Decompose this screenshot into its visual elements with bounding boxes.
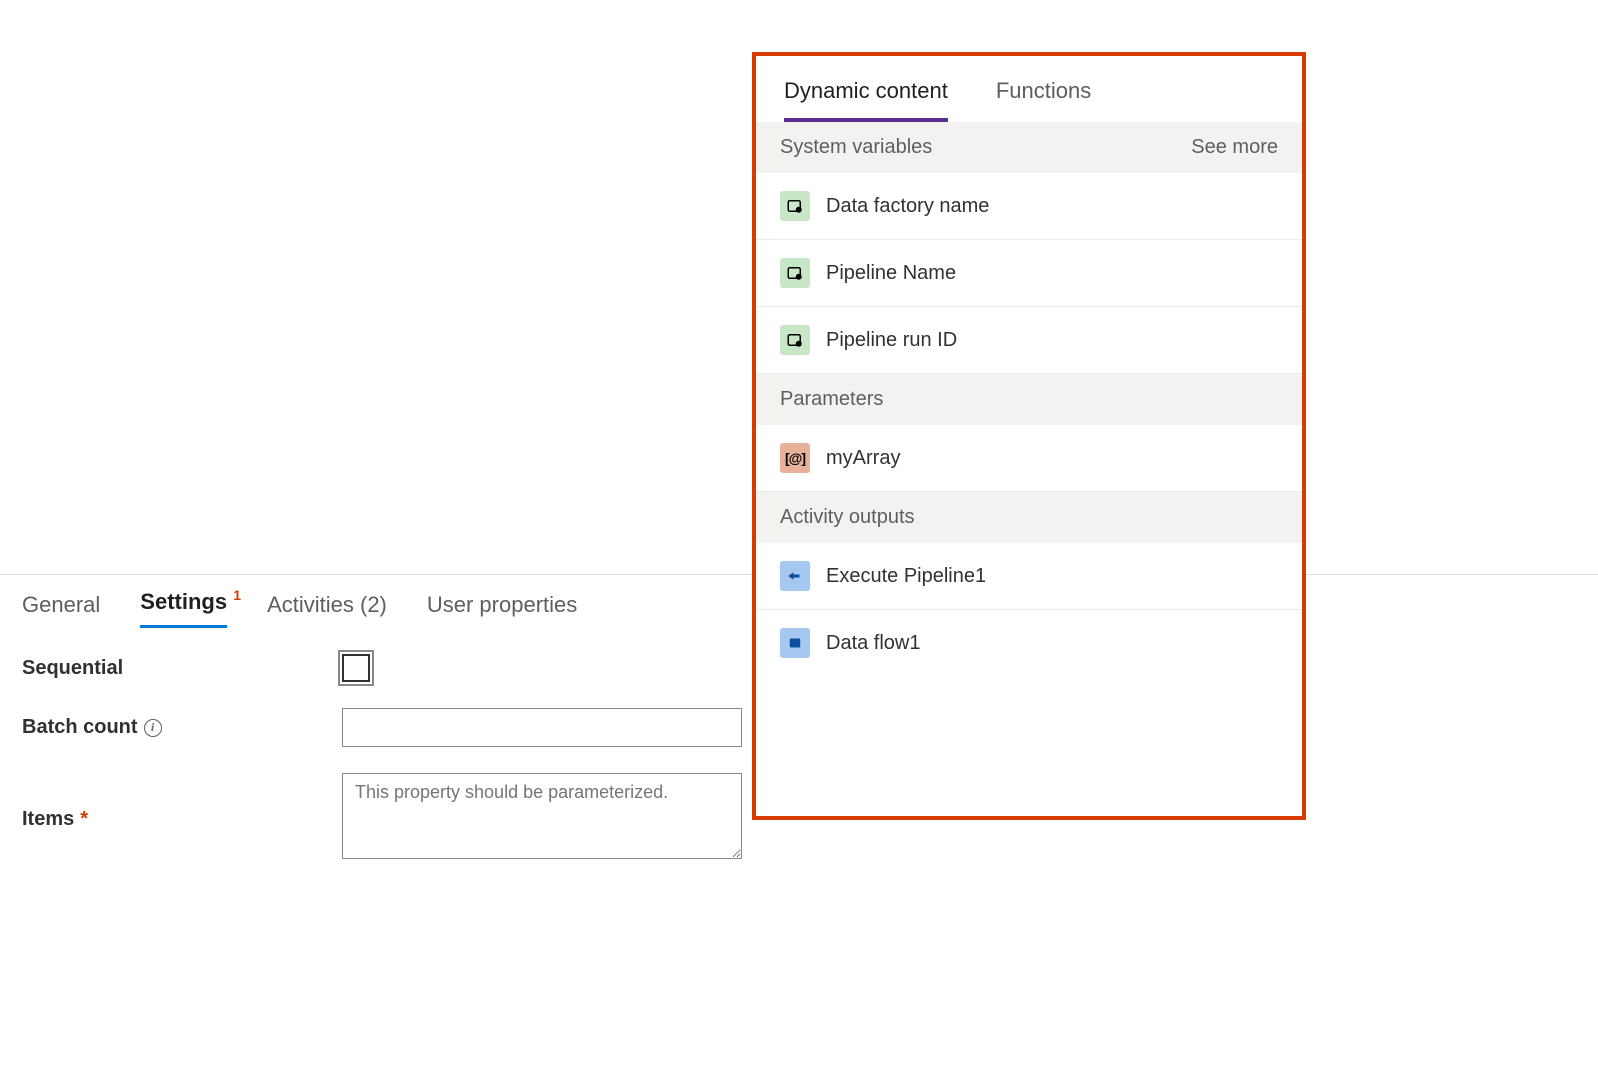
sysvar-data-factory-name[interactable]: Data factory name [756,173,1302,240]
section-parameters: Parameters [756,374,1302,425]
section-title: System variables [780,136,932,159]
tab-general[interactable]: General [22,592,100,628]
tab-activities[interactable]: Activities (2) [267,592,387,628]
items-text: Items [22,808,74,831]
system-variable-icon [780,258,810,288]
items-textarea[interactable] [342,773,742,859]
sequential-checkbox[interactable] [342,654,370,682]
section-title: Activity outputs [780,506,915,529]
activity-data-flow1[interactable]: Data flow1 [756,610,1302,676]
list-item-label: Execute Pipeline1 [826,565,986,588]
activity-output-icon [780,628,810,658]
list-item-label: Data factory name [826,195,989,218]
parameter-icon: [@] [780,443,810,473]
tab-user-properties[interactable]: User properties [427,592,577,628]
items-label: Items * [22,808,342,831]
tab-settings[interactable]: Settings 1 [140,589,227,628]
dc-tab-row: Dynamic content Functions [756,56,1302,122]
activity-output-icon [780,561,810,591]
sequential-label: Sequential [22,657,342,680]
required-star-icon: * [80,808,88,831]
section-system-variables: System variables See more [756,122,1302,173]
batch-count-input[interactable] [342,708,742,747]
tab-settings-label: Settings [140,589,227,614]
tab-functions[interactable]: Functions [996,78,1091,122]
dynamic-content-panel: Dynamic content Functions System variabl… [752,52,1306,820]
batch-count-text: Batch count [22,716,138,739]
list-item-label: Pipeline run ID [826,329,957,352]
info-icon[interactable]: i [144,719,162,737]
section-activity-outputs: Activity outputs [756,492,1302,543]
list-item-label: Pipeline Name [826,262,956,285]
sysvar-pipeline-run-id[interactable]: Pipeline run ID [756,307,1302,374]
tab-settings-badge: 1 [233,587,241,603]
param-myarray[interactable]: [@] myArray [756,425,1302,492]
sysvar-pipeline-name[interactable]: Pipeline Name [756,240,1302,307]
section-title: Parameters [780,388,883,411]
list-item-label: Data flow1 [826,632,921,655]
list-item-label: myArray [826,447,900,470]
activity-execute-pipeline1[interactable]: Execute Pipeline1 [756,543,1302,610]
see-more-link[interactable]: See more [1191,136,1278,159]
batch-count-label: Batch count i [22,716,342,739]
system-variable-icon [780,191,810,221]
tab-dynamic-content[interactable]: Dynamic content [784,78,948,122]
system-variable-icon [780,325,810,355]
